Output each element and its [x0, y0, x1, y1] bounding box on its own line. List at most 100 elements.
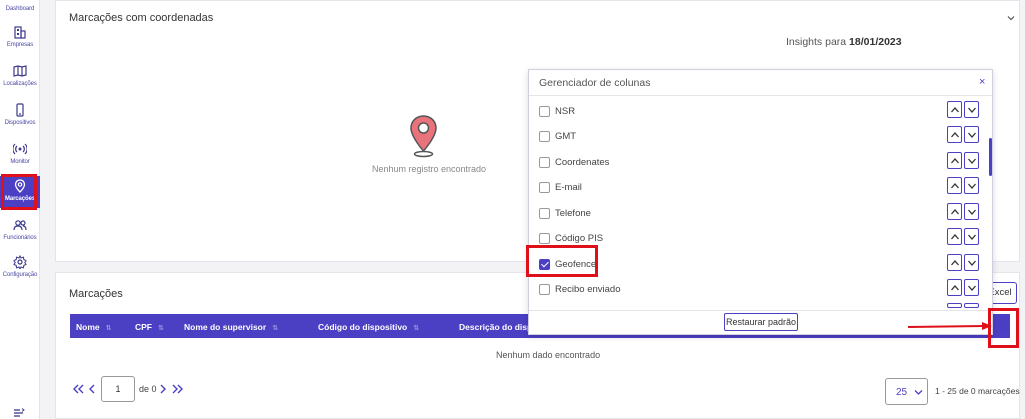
column-option-recibo-enviado[interactable]: Recibo enviado: [539, 281, 979, 301]
page-total-label: de 0: [139, 384, 157, 394]
column-option-gmt[interactable]: GMT: [539, 128, 979, 148]
column-option-label: Telefone: [555, 208, 591, 219]
sidebar-item-label: Configuração: [2, 272, 38, 278]
previous-page-icon[interactable]: [88, 384, 96, 394]
column-option-label: GMT: [555, 131, 577, 142]
column-checkbox[interactable]: [539, 157, 550, 168]
column-option-email[interactable]: E-mail: [539, 179, 979, 199]
sidebar-item-localizacoes[interactable]: Localizações: [0, 64, 40, 94]
users-icon: [13, 220, 27, 231]
column-manager-popup: Gerenciador de colunas × NSR GMT Coorden…: [528, 69, 993, 335]
column-option-nsr[interactable]: NSR: [539, 103, 979, 123]
restore-default-button[interactable]: Restaurar padrão: [724, 313, 798, 331]
next-page-icon[interactable]: [159, 384, 167, 394]
excel-export-button[interactable]: Excel: [990, 282, 1017, 304]
sidebar-item-label: Dashboard: [5, 6, 35, 12]
move-down-button[interactable]: [964, 126, 979, 143]
header-label: Nome: [76, 322, 100, 332]
close-icon[interactable]: ×: [979, 76, 985, 88]
column-option-telefone[interactable]: Telefone: [539, 205, 979, 225]
page-number-input[interactable]: 1: [101, 376, 135, 402]
column-manager-header: Gerenciador de colunas ×: [529, 70, 992, 96]
insights-date: 18/01/2023: [849, 36, 902, 48]
map-icon: [13, 65, 27, 77]
move-up-button[interactable]: [947, 177, 962, 194]
column-checkbox[interactable]: [539, 106, 550, 117]
sidebar-item-dispositivos[interactable]: Dispositivos: [0, 103, 40, 133]
broadcast-icon: [13, 143, 27, 155]
move-down-button[interactable]: [964, 177, 979, 194]
sidebar-item-empresas[interactable]: Empresas: [0, 25, 40, 55]
sidebar-item-label: Monitor: [10, 159, 30, 165]
column-manager-title: Gerenciador de colunas: [539, 77, 651, 89]
sort-icon[interactable]: ⇅: [158, 325, 164, 332]
red-arrow-annotation: [908, 322, 992, 330]
popup-divider: [529, 310, 992, 311]
highlight-box-sidebar: [1, 174, 37, 210]
move-up-button[interactable]: [947, 279, 962, 296]
move-down-button[interactable]: [964, 203, 979, 220]
move-up-button[interactable]: [947, 228, 962, 245]
pagination-range-label: 1 - 25 de 0 marcações: [935, 386, 1020, 396]
sort-icon[interactable]: ⇅: [272, 325, 278, 332]
device-icon: [16, 103, 24, 117]
empty-table-message: Nenhum dado encontrado: [496, 350, 601, 360]
gear-icon: [13, 255, 27, 269]
column-checkbox[interactable]: [539, 182, 550, 193]
move-down-button[interactable]: [964, 254, 979, 271]
last-page-icon[interactable]: [172, 384, 184, 394]
per-page-select[interactable]: 25: [885, 378, 928, 405]
move-down-button[interactable]: [964, 101, 979, 118]
chevron-down-icon: [914, 390, 923, 395]
sidebar-item-configuracao[interactable]: Configuração: [0, 255, 40, 285]
column-option-codigo-pis[interactable]: Código PIS: [539, 230, 979, 250]
column-checkbox[interactable]: [539, 284, 550, 295]
collapse-menu-icon[interactable]: [13, 408, 25, 418]
sidebar-item-label: Localizações: [3, 81, 37, 87]
header-label: Descrição do dispo: [459, 322, 538, 332]
excel-label: Excel: [990, 287, 1012, 298]
column-option-geofence[interactable]: Geofence: [539, 256, 979, 276]
sidebar-item-dashboard[interactable]: Dashboard: [0, 4, 40, 20]
column-list-scrollbar[interactable]: [989, 138, 992, 176]
column-settings-gear-icon[interactable]: [997, 319, 1011, 333]
sidebar-item-funcionarios[interactable]: Funcionários: [0, 218, 40, 248]
move-up-button[interactable]: [947, 203, 962, 220]
column-header-codigo-dispositivo[interactable]: Código do dispositivo ⇅: [318, 322, 419, 332]
move-up-button[interactable]: [947, 254, 962, 271]
header-label: Código do dispositivo: [318, 322, 408, 332]
sidebar-item-label: Empresas: [6, 42, 34, 48]
chevron-down-icon[interactable]: [1006, 13, 1016, 23]
empty-records-message: Nenhum registro encontrado: [372, 164, 487, 174]
move-down-button[interactable]: [964, 152, 979, 169]
sort-icon[interactable]: ⇅: [106, 325, 112, 332]
first-page-icon[interactable]: [72, 384, 84, 394]
column-header-descricao-dispositivo[interactable]: Descrição do dispo: [459, 322, 537, 332]
sidebar-item-label: Funcionários: [3, 235, 37, 241]
column-checkbox[interactable]: [539, 233, 550, 244]
move-up-button[interactable]: [947, 303, 962, 308]
column-header-supervisor[interactable]: Nome do supervisor ⇅: [184, 322, 278, 332]
highlight-box-geofence: [526, 245, 598, 277]
header-label: CPF: [135, 322, 152, 332]
column-option-coordenates[interactable]: Coordenates: [539, 154, 979, 174]
column-option-label: Recibo enviado: [555, 284, 621, 295]
sidebar-item-monitor[interactable]: Monitor: [0, 142, 40, 172]
coordinates-card-title: Marcações com coordenadas: [69, 12, 214, 24]
sidebar-item-label: Dispositivos: [4, 120, 36, 126]
column-checkbox[interactable]: [539, 208, 550, 219]
column-header-nome[interactable]: Nome ⇅: [76, 322, 112, 332]
column-checkbox[interactable]: [539, 131, 550, 142]
move-up-button[interactable]: [947, 126, 962, 143]
sort-icon[interactable]: ⇅: [413, 325, 419, 332]
column-option-label: E-mail: [555, 182, 582, 193]
column-header-cpf[interactable]: CPF ⇅: [135, 322, 164, 332]
move-up-button[interactable]: [947, 101, 962, 118]
move-down-button[interactable]: [964, 303, 979, 308]
move-down-button[interactable]: [964, 279, 979, 296]
insights-label: Insights para 18/01/2023: [786, 36, 902, 48]
insights-prefix: Insights para: [786, 36, 847, 48]
move-up-button[interactable]: [947, 152, 962, 169]
move-down-button[interactable]: [964, 228, 979, 245]
per-page-value: 25: [896, 387, 908, 398]
